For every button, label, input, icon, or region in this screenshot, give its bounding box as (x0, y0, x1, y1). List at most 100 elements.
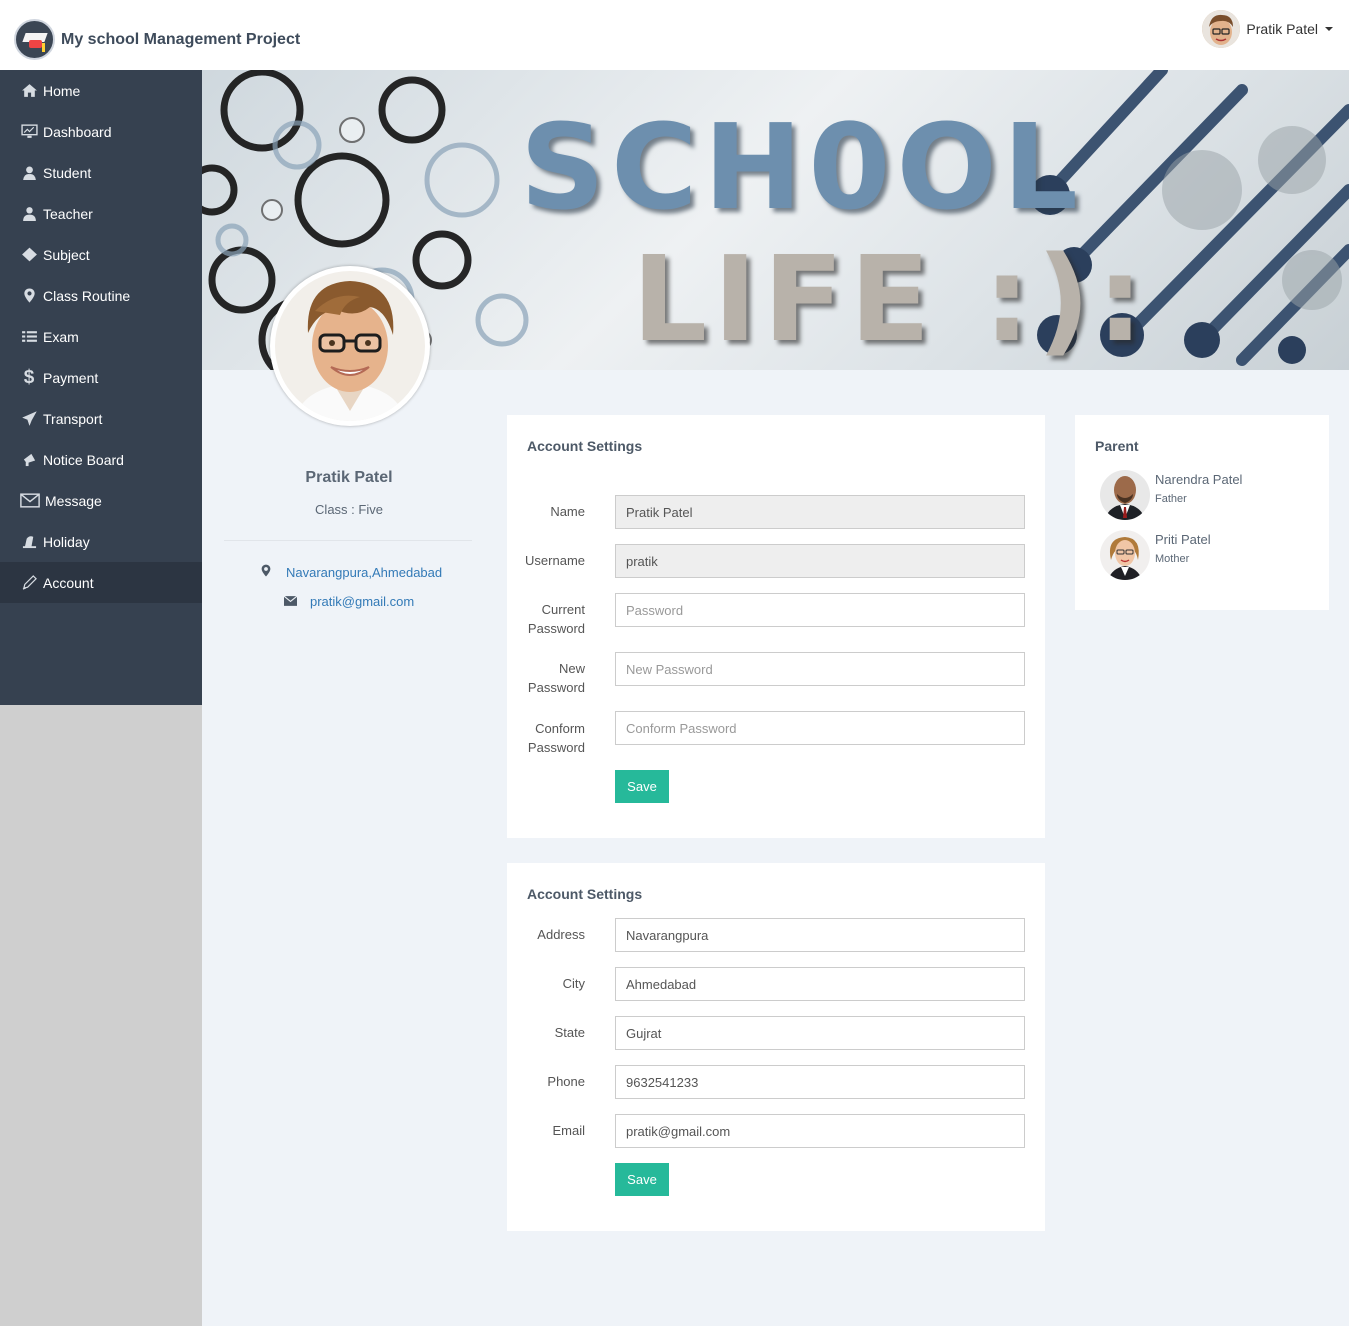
sidebar-item-class-routine[interactable]: Class Routine (0, 275, 202, 316)
sidebar-item-payment[interactable]: $ Payment (0, 357, 202, 398)
envelope-icon (20, 493, 40, 509)
current-password-input[interactable]: Password (615, 593, 1025, 627)
name-label: Name (550, 504, 585, 519)
new-password-input[interactable]: New Password (615, 652, 1025, 686)
label-line: Password (527, 680, 585, 695)
user-name: Pratik Patel (1246, 21, 1318, 37)
profile-email-link[interactable]: pratik@gmail.com (310, 594, 414, 609)
sidebar-item-label: Notice Board (43, 451, 124, 468)
sidebar-item-label: Subject (43, 246, 90, 263)
teacher-icon (20, 206, 38, 222)
profile-class: Class : Five (315, 502, 383, 517)
sidebar-item-label: Dashboard (43, 123, 112, 140)
user-avatar (1202, 10, 1241, 48)
new-password-label: New Password (507, 659, 585, 697)
username-label: Username (525, 553, 585, 568)
sidebar-item-label: Exam (43, 328, 79, 345)
sidebar-item-transport[interactable]: Transport (0, 398, 202, 439)
panel-title: Account Settings (527, 886, 643, 902)
sidebar-item-label: Student (43, 164, 92, 181)
sidebar-item-home[interactable]: Home (0, 70, 202, 111)
city-label: City (562, 976, 585, 991)
parent-relation: Father (1155, 493, 1187, 505)
panel-title: Parent (1095, 438, 1139, 454)
brand[interactable]: My school Management Project (14, 19, 300, 60)
address-value: Navarangpura (626, 927, 709, 943)
email-label: Email (552, 1123, 585, 1138)
app-title: My school Management Project (61, 30, 301, 48)
address-input[interactable]: Navarangpura (615, 918, 1025, 952)
name-field[interactable]: Pratik Patel (615, 495, 1025, 529)
placeholder-text: Password (626, 602, 684, 618)
email-input[interactable]: pratik@gmail.com (615, 1114, 1025, 1148)
chevron-down-icon (1325, 27, 1333, 31)
profile-name: Pratik Patel (305, 469, 393, 486)
email-value: pratik@gmail.com (626, 1123, 731, 1139)
student-icon (20, 165, 38, 181)
label-line: Conform (535, 721, 585, 736)
save-address-button[interactable]: Save (615, 1163, 669, 1196)
home-icon (20, 83, 38, 99)
diamond-icon (20, 247, 38, 263)
account-settings-panel: Account Settings Name Pratik Patel Usern… (507, 415, 1045, 838)
dollar-icon: $ (23, 366, 35, 388)
state-input[interactable]: Gujrat (615, 1016, 1025, 1050)
name-value: Pratik Patel (626, 504, 693, 520)
address-label: Address (537, 927, 585, 942)
phone-label: Phone (547, 1074, 585, 1089)
school-logo-icon (14, 19, 55, 60)
profile-divider (224, 540, 472, 541)
mother-avatar (1100, 530, 1150, 580)
sidebar-item-dashboard[interactable]: Dashboard (0, 111, 202, 152)
envelope-icon (283, 594, 297, 609)
username-field[interactable]: pratik (615, 544, 1025, 578)
profile-address: Navarangpura,Ahmedabad (259, 564, 442, 580)
sidebar-item-label: Account (43, 574, 94, 591)
sidebar-item-notice-board[interactable]: Notice Board (0, 439, 202, 480)
state-label: State (554, 1025, 585, 1040)
sidebar-item-message[interactable]: Message (0, 480, 202, 521)
label-line: New (558, 661, 585, 676)
state-value: Gujrat (626, 1025, 662, 1041)
confirm-password-label: Conform Password (507, 719, 585, 757)
desktop-icon (20, 124, 38, 140)
plane-icon (20, 411, 38, 427)
profile-photo (270, 266, 430, 426)
sidebar-item-label: Teacher (43, 205, 93, 222)
sidebar-item-teacher[interactable]: Teacher (0, 193, 202, 234)
sidebar-item-exam[interactable]: Exam (0, 316, 202, 357)
phone-value: 9632541233 (626, 1074, 699, 1090)
sidebar-item-subject[interactable]: Subject (0, 234, 202, 275)
panel-title: Account Settings (527, 438, 643, 454)
map-marker-icon (259, 564, 273, 580)
phone-input[interactable]: 9632541233 (615, 1065, 1025, 1099)
parent-item-father[interactable]: Narendra Patel Father (1100, 470, 1242, 520)
bullhorn-icon (20, 452, 38, 468)
sidebar-item-holiday[interactable]: Holiday (0, 521, 202, 562)
profile-email: pratik@gmail.com (283, 594, 414, 609)
parent-item-mother[interactable]: Priti Patel Mother (1100, 530, 1211, 580)
parent-relation: Mother (1155, 553, 1190, 565)
label-line: Password (527, 740, 585, 755)
banner-title-line-2: LIFE :): (632, 230, 1150, 368)
save-password-button[interactable]: Save (615, 770, 669, 803)
list-icon (20, 329, 38, 345)
top-bar: My school Management Project Pratik Pate… (0, 0, 1349, 70)
sidebar-item-label: Transport (43, 410, 103, 427)
sidebar-item-student[interactable]: Student (0, 152, 202, 193)
confirm-password-input[interactable]: Conform Password (615, 711, 1025, 745)
city-input[interactable]: Ahmedabad (615, 967, 1025, 1001)
parent-panel: Parent Narendra Patel Father Priti Patel… (1075, 415, 1329, 610)
map-marker-icon (20, 288, 38, 304)
sidebar-item-account[interactable]: Account (0, 562, 202, 603)
current-password-label: Current Password (507, 600, 585, 638)
sidebar-item-label: Class Routine (43, 287, 131, 304)
label-line: Current (541, 602, 585, 617)
city-value: Ahmedabad (626, 976, 697, 992)
profile-address-link[interactable]: Navarangpura,Ahmedabad (286, 565, 442, 580)
pencil-icon (20, 575, 38, 591)
user-menu[interactable]: Pratik Patel (1202, 10, 1333, 48)
parent-name: Narendra Patel (1155, 472, 1243, 487)
label-line: Password (527, 621, 585, 636)
holiday-icon (20, 534, 38, 550)
